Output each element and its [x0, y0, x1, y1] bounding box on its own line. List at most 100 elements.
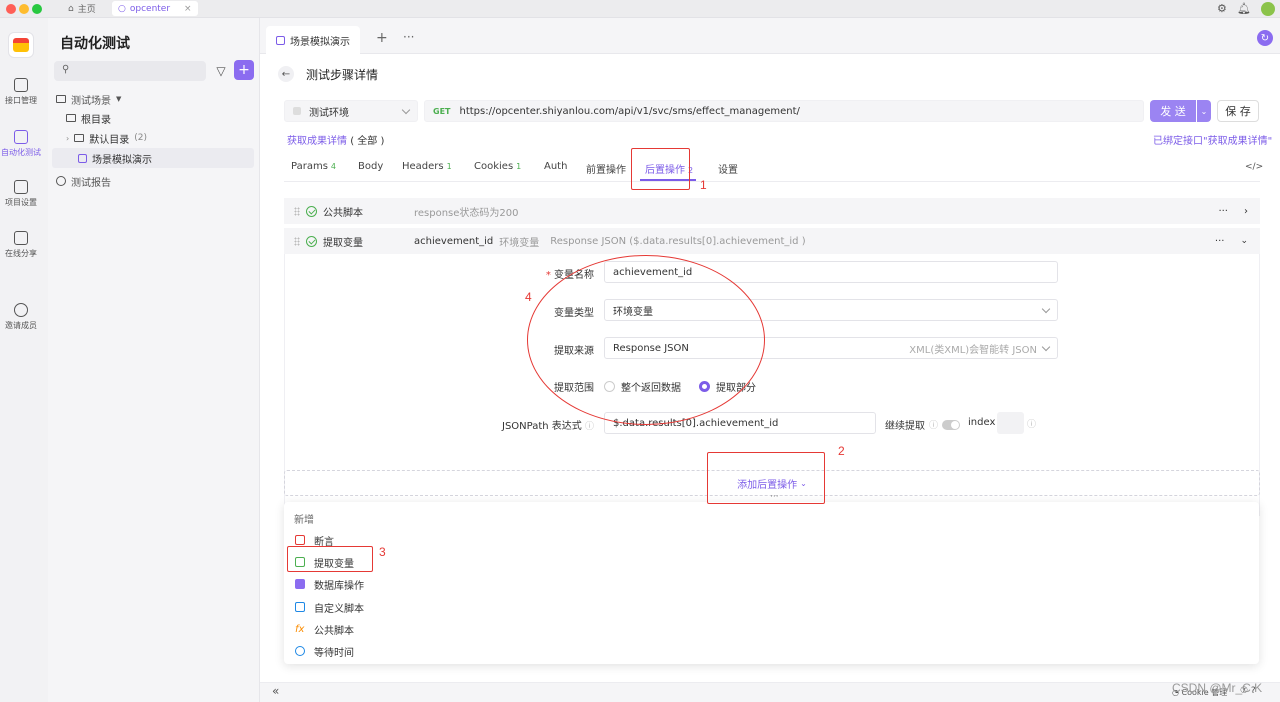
add-post-op-menu: 新增 断言 提取变量 数据库操作 自定义脚本 fx 公共脚本 等待时间 — [284, 502, 1259, 664]
continue-extract: 继续提取 ⓘ — [885, 417, 961, 432]
new-tab-icon[interactable]: + — [376, 30, 388, 46]
bell-icon[interactable]: 🔔︎ — [1237, 2, 1251, 15]
drag-handle-icon[interactable] — [294, 236, 300, 246]
tab-headers[interactable]: Headers 1 — [402, 161, 452, 172]
chevron-down-icon — [1041, 342, 1051, 351]
url-input[interactable]: GET https://opcenter.shiyanlou.com/api/v… — [424, 100, 1144, 122]
env-select[interactable]: 测试环境 — [284, 100, 418, 122]
scene-icon — [276, 35, 285, 45]
window-tab-opcenter[interactable]: ○ opcenter × — [112, 1, 198, 16]
rail-auto-test[interactable]: 自动化测试 — [0, 130, 42, 158]
folder-icon — [66, 114, 76, 122]
report-icon — [56, 176, 66, 186]
window-tab-home[interactable]: ⌂ 主页 — [62, 1, 102, 16]
menu-header: 新增 — [294, 515, 314, 526]
page-title: 测试步骤详情 — [306, 68, 379, 82]
chevron-down-icon — [1041, 304, 1051, 313]
post-op-row-public-script[interactable]: 公共脚本 response状态码为200 ··· › — [284, 198, 1260, 224]
index-label: index — [968, 417, 996, 428]
more-icon[interactable]: ··· — [1215, 236, 1225, 247]
doc-tab-scene-demo[interactable]: 场景模拟演示 — [266, 26, 360, 54]
icon-rail: 接口管理 自动化测试 项目设置 在线分享 邀请成员 — [0, 18, 42, 702]
window-titlebar: ⌂ 主页 ○ opcenter × ⚙ 🔔︎ — [0, 0, 1280, 18]
share-icon — [14, 231, 28, 245]
sync-icon[interactable]: ↻ — [1257, 30, 1273, 46]
tree-item-default-dir[interactable]: › 默认目录 (2) — [66, 128, 147, 148]
tab-auth[interactable]: Auth — [544, 161, 567, 172]
annotation-box-3 — [287, 546, 373, 572]
rail-api-management[interactable]: 接口管理 — [0, 78, 42, 106]
more-tabs-icon[interactable]: ··· — [403, 30, 414, 44]
tab-body[interactable]: Body — [358, 161, 383, 172]
avatar[interactable] — [1261, 2, 1275, 16]
continue-toggle[interactable] — [942, 419, 961, 430]
tree-title: 自动化测试 — [60, 36, 130, 52]
home-icon: ⌂ — [68, 3, 74, 14]
maximize-window-button[interactable] — [32, 4, 42, 14]
save-button[interactable]: 保 存 — [1217, 100, 1259, 122]
folder-icon — [74, 134, 85, 142]
add-button[interactable]: + — [234, 60, 254, 80]
invite-user-icon — [14, 303, 28, 317]
close-tab-icon[interactable]: × — [184, 4, 192, 14]
tab-settings[interactable]: 设置 — [718, 161, 738, 176]
tree-item-test-report[interactable]: 测试报告 — [56, 171, 111, 191]
tree-item-root[interactable]: 根目录 — [66, 108, 111, 128]
post-op-row-extract-var[interactable]: 提取变量 achievement_id 环境变量 Response JSON (… — [284, 228, 1260, 254]
method-label: GET — [433, 106, 451, 116]
send-options-button[interactable]: ⌄ — [1197, 100, 1211, 122]
menu-item-custom-script[interactable]: 自定义脚本 — [295, 598, 364, 616]
folder-icon — [56, 95, 66, 103]
tree-search-input[interactable]: ⚲ — [54, 61, 206, 81]
settings-icon[interactable]: ⚙ — [1217, 2, 1227, 15]
rail-online-share[interactable]: 在线分享 — [0, 231, 42, 259]
project-icon: ○ — [118, 3, 126, 14]
search-icon: ⚲ — [62, 64, 70, 75]
database-icon — [295, 579, 305, 589]
close-window-button[interactable] — [6, 4, 16, 14]
footer-bar — [260, 682, 1280, 702]
script-icon — [295, 602, 305, 612]
chevron-down-icon — [401, 105, 411, 114]
tab-cookies[interactable]: Cookies 1 — [474, 161, 521, 172]
more-icon[interactable]: ··· — [1218, 206, 1228, 217]
fx-icon: fx — [295, 623, 305, 635]
help-icon: ⓘ — [584, 422, 594, 432]
minimize-window-button[interactable] — [19, 4, 29, 14]
watermark: CSDN @Mr_C.K — [1172, 681, 1263, 695]
help-icon: ⓘ — [1027, 420, 1037, 430]
rail-project-settings[interactable]: 项目设置 — [0, 180, 42, 208]
check-circle-icon[interactable] — [306, 235, 317, 247]
tree-item-scene-demo[interactable]: 场景模拟演示 — [52, 148, 254, 168]
test-icon — [14, 130, 28, 144]
filter-icon[interactable]: ▽ — [211, 61, 231, 81]
menu-item-wait[interactable]: 等待时间 — [295, 642, 354, 660]
caret-down-icon: ▼ — [116, 95, 122, 103]
api-link[interactable]: 获取成果详情 ( 全部 ) — [287, 132, 384, 147]
tab-pre-ops[interactable]: 前置操作 — [586, 161, 626, 176]
chevron-down-icon[interactable]: ⌄ — [1240, 236, 1248, 246]
collapse-sidebar-icon[interactable]: « — [272, 684, 279, 698]
help-icon: ⓘ — [929, 421, 939, 431]
scene-icon — [78, 153, 87, 163]
tree-panel: 自动化测试 ⚲ ▽ + 测试场景 ▼ 根目录 › 默认目录 (2) 场景模拟演示 测… — [48, 18, 260, 702]
rail-invite-member[interactable]: 邀请成员 — [0, 303, 42, 331]
send-button[interactable]: 发 送 — [1150, 100, 1196, 122]
bound-api-link[interactable]: 已绑定接口"获取成果详情" — [1153, 132, 1272, 147]
tab-params[interactable]: Params 4 — [291, 161, 336, 172]
jsonpath-label: JSONPath 表达式 ⓘ — [502, 421, 594, 432]
drag-handle-icon[interactable] — [294, 206, 300, 216]
menu-item-public-script[interactable]: fx 公共脚本 — [295, 620, 354, 638]
annotation-box-2 — [707, 452, 825, 504]
code-icon[interactable]: </> — [1245, 162, 1263, 172]
annotation-number-4: 4 — [525, 290, 532, 304]
chevron-right-icon: › — [66, 133, 70, 143]
chevron-right-icon[interactable]: › — [1244, 206, 1248, 217]
check-circle-icon[interactable] — [306, 205, 317, 217]
annotation-box-1 — [631, 148, 690, 190]
index-input[interactable] — [997, 412, 1024, 434]
tree-item-test-scenes[interactable]: 测试场景 ▼ — [56, 89, 121, 109]
back-button[interactable]: ← — [278, 66, 294, 82]
menu-item-db-op[interactable]: 数据库操作 — [295, 575, 364, 593]
env-icon — [293, 107, 301, 115]
